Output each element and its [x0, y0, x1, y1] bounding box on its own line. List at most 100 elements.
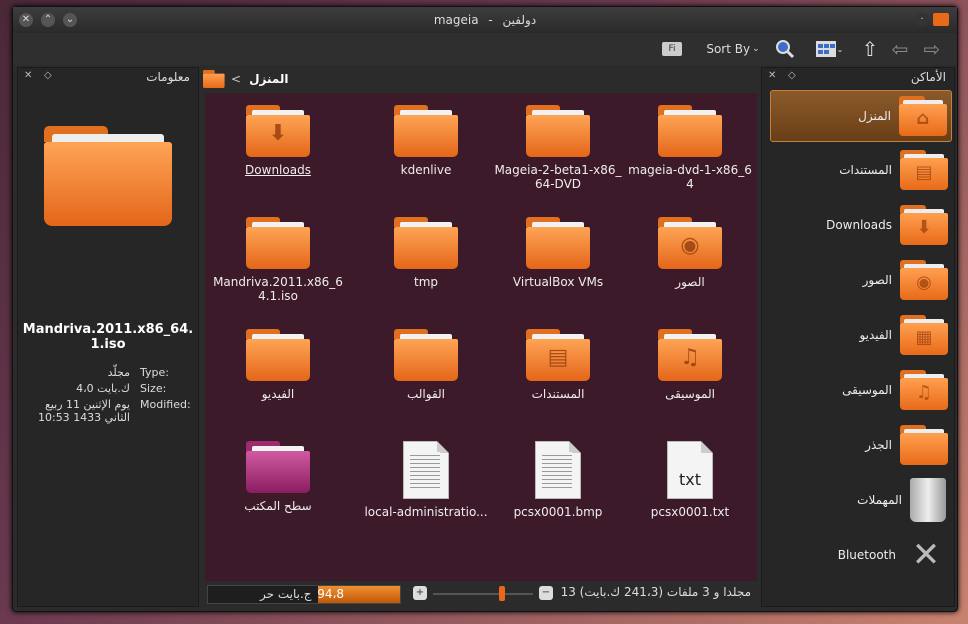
picture-folder-icon: ◉: [625, 217, 755, 269]
file-item[interactable]: txt pcsx0001.txt: [625, 441, 755, 519]
file-item-label: pcsx0001.bmp: [513, 505, 603, 519]
folder-icon: [213, 329, 343, 381]
doc-folder-icon: ▤: [900, 150, 948, 190]
document-icon: [493, 441, 623, 499]
file-item-label: الموسيقى: [665, 387, 715, 401]
float-icon[interactable]: ◇: [788, 70, 796, 81]
file-item[interactable]: ♫ الموسيقى: [625, 329, 755, 401]
search-button[interactable]: [773, 37, 797, 61]
places-item-label: Downloads: [826, 218, 892, 232]
window-title-sep: -: [488, 13, 493, 27]
places-item-label: المهملات: [857, 493, 902, 507]
places-item[interactable]: المنزل ⌂: [770, 90, 952, 142]
back-button[interactable]: ⇦: [889, 37, 911, 61]
places-item[interactable]: المستندات ▤: [772, 145, 952, 195]
file-item[interactable]: الفيديو: [213, 329, 343, 401]
file-item-label: Downloads: [245, 163, 311, 177]
folder-icon: [900, 425, 948, 465]
folder-icon: [361, 217, 491, 269]
zoom-in-icon: +: [415, 587, 425, 598]
sort-by-button[interactable]: Sort By ⌄: [705, 37, 761, 61]
info-panel-title: معلومات: [146, 70, 190, 84]
pin-icon[interactable]: ·: [915, 13, 929, 27]
file-item[interactable]: pcsx0001.bmp: [493, 441, 623, 519]
file-item-label: الصور: [675, 275, 705, 289]
free-space-label: ج.بايت حر: [260, 587, 312, 601]
forward-button[interactable]: ⇨: [919, 37, 945, 61]
file-item-label: pcsx0001.txt: [650, 505, 730, 519]
file-item[interactable]: local-administratio...: [361, 441, 491, 519]
places-item[interactable]: Downloads ⬇: [772, 200, 952, 250]
file-item-label: local-administratio...: [364, 505, 488, 519]
search-icon: [776, 40, 795, 59]
file-item[interactable]: ⬇ Downloads: [213, 105, 343, 177]
info-panel-header: ✕ ◇ معلومات: [18, 68, 198, 86]
sort-by-label: Sort By: [706, 42, 751, 56]
forward-arrow-icon: ⇨: [923, 37, 941, 61]
file-item[interactable]: القوالب: [361, 329, 491, 401]
zoom-slider-track[interactable]: [433, 593, 533, 595]
breadcrumb-separator: <: [231, 72, 242, 86]
doc-folder-icon: ▤: [493, 329, 623, 381]
file-item[interactable]: Mageia-2-beta1-x86_64-DVD: [493, 105, 623, 191]
folder-icon: [493, 217, 623, 269]
music-folder-icon: ♫: [900, 370, 948, 410]
icons-view-icon: [815, 41, 836, 57]
file-item-label: الفيديو: [261, 387, 295, 401]
chevron-down-icon: ⌄: [752, 44, 760, 54]
places-item[interactable]: المهملات: [772, 475, 952, 525]
zoom-slider-handle[interactable]: [499, 586, 505, 601]
file-item[interactable]: Mandriva.2011.x86_64.1.iso: [213, 217, 343, 303]
float-icon[interactable]: ◇: [44, 70, 52, 81]
file-view[interactable]: mageia-dvd-1-x86_64 Mageia-2-beta1-x86_64…: [205, 93, 757, 581]
file-item[interactable]: ▤ المستندات: [493, 329, 623, 401]
download-folder-icon: ⬇: [900, 205, 948, 245]
zoom-out-button[interactable]: −: [539, 586, 553, 600]
file-item-label: tmp: [413, 275, 438, 289]
home-folder-icon: [203, 70, 225, 88]
view-mode-button[interactable]: ⌄: [813, 37, 845, 61]
toolbar: Fi Sort By ⌄ ⌄ ⇧ ⇦ ⇨: [13, 33, 957, 65]
file-item[interactable]: kdenlive: [361, 105, 491, 177]
folder-icon: [625, 105, 755, 157]
close-icon[interactable]: ✕: [768, 70, 776, 81]
music-folder-icon: ♫: [625, 329, 755, 381]
title-bar: ✕ ⌃ ⌄ mageia - دولفين ·: [13, 7, 957, 33]
window-title: mageia - دولفين: [13, 13, 957, 27]
up-arrow-icon: ⇧: [861, 37, 879, 61]
text-file-icon: txt: [625, 441, 755, 499]
places-item-label: المنزل: [858, 109, 891, 123]
folder-icon: [361, 105, 491, 157]
file-item-label: Mandriva.2011.x86_64.1.iso: [213, 275, 343, 303]
info-filename: Mandriva.2011.x86_64.1.iso: [22, 322, 194, 352]
file-item[interactable]: سطح المكتب: [213, 441, 343, 513]
places-panel: ✕ ◇ الأماكن المنزل ⌂ المستندات ▤ Downloads ⬇ ا…: [761, 67, 955, 607]
size-value: 4،0 ك.بايت: [76, 382, 130, 395]
file-item[interactable]: tmp: [361, 217, 491, 289]
preview-button[interactable]: Fi: [659, 37, 685, 61]
back-arrow-icon: ⇦: [891, 37, 909, 61]
zoom-in-button[interactable]: +: [413, 586, 427, 600]
file-item[interactable]: ◉ الصور: [625, 217, 755, 289]
places-item[interactable]: الفيديو ▦: [772, 310, 952, 360]
breadcrumb-current[interactable]: المنزل: [249, 72, 288, 86]
up-button[interactable]: ⇧: [859, 37, 881, 61]
places-item[interactable]: الصور ◉: [772, 255, 952, 305]
places-item[interactable]: الجذر: [772, 420, 952, 470]
file-item-label: Mageia-2-beta1-x86_64-DVD: [494, 163, 622, 191]
video-folder-icon: ▦: [900, 315, 948, 355]
close-icon[interactable]: ✕: [24, 70, 32, 81]
type-value: مجلّد: [107, 366, 130, 379]
modified-label: Modified:: [140, 398, 191, 411]
file-item[interactable]: mageia-dvd-1-x86_64: [625, 105, 755, 191]
places-item[interactable]: Bluetooth ✕: [772, 530, 952, 580]
preview-icon: Fi: [662, 42, 682, 56]
file-item-label: سطح المكتب: [244, 499, 312, 513]
window-title-name: دولفين: [502, 13, 537, 27]
size-label: Size:: [140, 382, 167, 395]
places-panel-title: الأماكن: [910, 70, 946, 84]
file-item-label: القوالب: [406, 387, 446, 401]
file-item[interactable]: VirtualBox VMs: [493, 217, 623, 289]
places-item-label: الفيديو: [859, 328, 892, 342]
places-item[interactable]: الموسيقى ♫: [772, 365, 952, 415]
